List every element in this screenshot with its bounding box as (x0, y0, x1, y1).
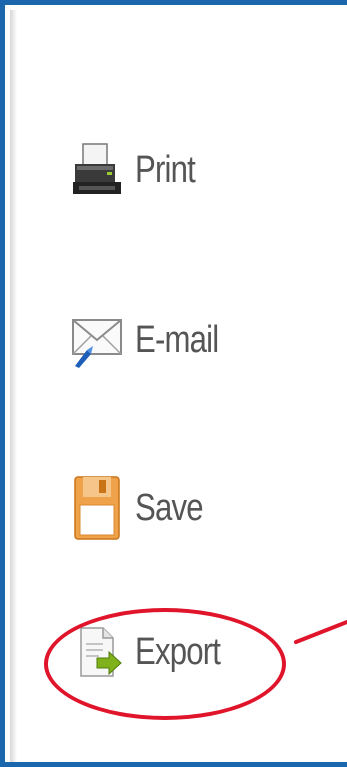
menu-item-label: Export (135, 630, 221, 673)
printer-icon (63, 137, 131, 203)
panel-inner-shadow (10, 10, 17, 762)
menu-item-save[interactable]: Save (63, 473, 218, 543)
menu-item-label: Print (135, 148, 196, 191)
floppy-disk-icon (63, 475, 131, 541)
menu-item-label: E-mail (135, 318, 219, 361)
email-icon (63, 307, 131, 373)
menu-item-export[interactable]: Export (63, 617, 239, 687)
menu-item-email[interactable]: E-mail (63, 305, 237, 375)
export-icon (63, 619, 131, 685)
menu-item-print[interactable]: Print (63, 135, 208, 205)
action-menu-panel: Print E-mail Save Export (0, 0, 347, 767)
menu-item-label: Save (135, 486, 204, 529)
